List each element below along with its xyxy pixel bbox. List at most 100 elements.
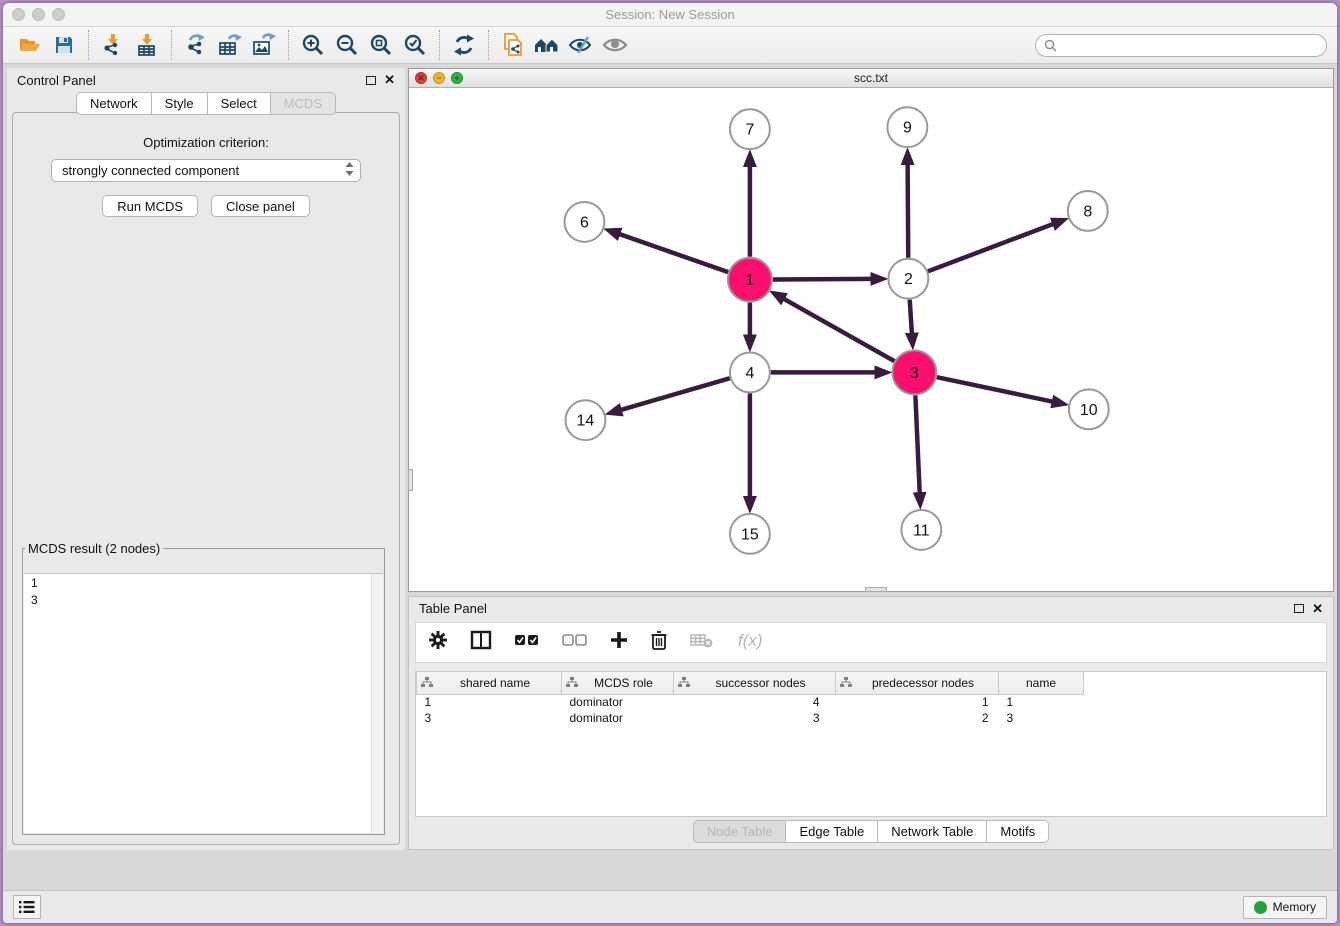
graph-node-9[interactable]: 9 [887, 107, 927, 147]
network-canvas[interactable]: 1 2 3 4 6 7 8 9 10 11 14 15 [409, 88, 1333, 591]
graph-node-2[interactable]: 2 [888, 259, 928, 299]
delete-columns-button[interactable] [650, 630, 668, 655]
svg-text:9: 9 [903, 120, 912, 137]
table-settings-button[interactable] [428, 630, 448, 655]
tab-motifs[interactable]: Motifs [987, 820, 1049, 843]
zoom-in-button[interactable] [296, 30, 330, 60]
svg-text:2: 2 [904, 271, 913, 288]
graph-edge-3-10[interactable] [937, 377, 1053, 402]
show-all-button[interactable] [598, 30, 632, 60]
delete-table-button[interactable] [690, 632, 714, 653]
tab-select[interactable]: Select [208, 92, 271, 115]
table-row[interactable]: 3dominator 32 3 [417, 710, 1084, 726]
tab-node-table[interactable]: Node Table [693, 820, 787, 843]
import-table-button[interactable] [130, 30, 164, 60]
result-scrollbar[interactable] [371, 574, 383, 833]
col-header-shared-name[interactable]: shared name [417, 672, 562, 694]
float-panel-icon[interactable] [366, 76, 376, 85]
memory-button[interactable]: Memory [1243, 896, 1327, 919]
network-window-titlebar[interactable]: ✕ − + scc.txt [409, 69, 1333, 88]
graph-node-11[interactable]: 11 [901, 510, 941, 550]
search-field[interactable] [1035, 34, 1327, 57]
col-header-successor-nodes[interactable]: successor nodes [674, 672, 836, 694]
graph-edge-2-8[interactable] [928, 224, 1053, 271]
show-panels-button[interactable] [13, 895, 41, 919]
network-minimize-icon[interactable]: − [433, 72, 445, 84]
function-builder-button[interactable]: f(x) [736, 629, 770, 656]
tab-network[interactable]: Network [76, 92, 152, 115]
first-neighbors-button[interactable] [530, 30, 564, 60]
run-mcds-button[interactable]: Run MCDS [102, 195, 198, 217]
graph-node-15[interactable]: 15 [730, 514, 770, 554]
control-panel: Control Panel ✕ Network Style Select MCD… [7, 68, 405, 850]
export-image-button[interactable] [247, 30, 281, 60]
search-input[interactable] [1062, 38, 1318, 52]
close-table-panel-icon[interactable]: ✕ [1312, 604, 1323, 614]
delete-table-icon [690, 632, 714, 648]
export-table-button[interactable] [213, 30, 247, 60]
svg-text:14: 14 [577, 413, 595, 430]
network-maximize-icon[interactable]: + [451, 72, 463, 84]
graph-node-10[interactable]: 10 [1069, 389, 1109, 429]
graph-edge-3-1[interactable] [784, 299, 895, 361]
tab-edge-table[interactable]: Edge Table [786, 820, 878, 843]
create-column-button[interactable] [610, 631, 628, 654]
clone-network-button[interactable] [496, 30, 530, 60]
zoom-out-button[interactable] [330, 30, 364, 60]
table-panel: Table Panel ✕ [408, 596, 1334, 850]
graph-node-6[interactable]: 6 [564, 202, 604, 242]
float-table-panel-icon[interactable] [1294, 604, 1304, 613]
col-header-mcds-role[interactable]: MCDS role [562, 672, 674, 694]
tab-style[interactable]: Style [152, 92, 208, 115]
close-panel-icon[interactable]: ✕ [384, 75, 395, 85]
zoom-fit-icon [369, 33, 393, 57]
refresh-button[interactable] [447, 30, 481, 60]
graph-edge-2-3[interactable] [910, 300, 912, 334]
node-table-grid[interactable]: shared name MCDS role successor nodes pr… [416, 672, 1084, 726]
close-panel-button[interactable]: Close panel [211, 195, 310, 217]
graph-edge-2-9[interactable] [908, 164, 909, 258]
export-network-button[interactable] [179, 30, 213, 60]
splitter-grip[interactable] [865, 587, 887, 592]
table-row[interactable]: 1dominator 41 1 [417, 694, 1084, 710]
network-close-icon[interactable]: ✕ [415, 72, 427, 84]
open-file-button[interactable] [13, 30, 47, 60]
splitter-grip[interactable] [408, 469, 413, 491]
import-network-icon [101, 33, 125, 57]
hide-selected-button[interactable] [564, 30, 598, 60]
svg-text:6: 6 [580, 214, 589, 231]
eye-icon [602, 35, 628, 55]
graph-edge-1-6[interactable] [619, 234, 728, 272]
graph-edge-4-14[interactable] [621, 378, 730, 410]
hierarchy-icon [566, 677, 578, 688]
col-header-name[interactable]: name [999, 672, 1084, 694]
graph-node-4[interactable]: 4 [730, 352, 770, 392]
svg-text:4: 4 [745, 365, 754, 382]
toggle-panes-button[interactable] [470, 630, 492, 655]
hierarchy-icon [678, 677, 690, 688]
save-session-button[interactable] [47, 30, 81, 60]
network-graph[interactable]: 1 2 3 4 6 7 8 9 10 11 14 15 [409, 88, 1333, 591]
graph-node-1[interactable]: 1 [728, 258, 772, 302]
graph-edge-1-2[interactable] [773, 279, 872, 280]
table-panel-title: Table Panel [419, 601, 487, 616]
optimization-criterion-dropdown[interactable]: strongly connected component [51, 159, 361, 182]
select-all-columns-button[interactable] [514, 633, 540, 652]
graph-node-7[interactable]: 7 [730, 109, 770, 149]
main-toolbar [3, 27, 1337, 64]
graph-node-3[interactable]: 3 [892, 350, 936, 394]
graph-node-8[interactable]: 8 [1068, 191, 1108, 231]
tab-mcds[interactable]: MCDS [271, 92, 336, 115]
eye-slash-icon [568, 35, 594, 55]
unselect-all-columns-button[interactable] [562, 633, 588, 652]
graph-node-14[interactable]: 14 [565, 400, 605, 440]
mcds-result-list[interactable]: 1 3 [24, 573, 383, 833]
import-network-button[interactable] [96, 30, 130, 60]
tab-network-table[interactable]: Network Table [878, 820, 987, 843]
graph-edge-3-11[interactable] [915, 395, 919, 493]
zoom-fit-button[interactable] [364, 30, 398, 60]
fx-icon: f(x) [736, 629, 770, 651]
zoom-selected-button[interactable] [398, 30, 432, 60]
col-header-predecessor-nodes[interactable]: predecessor nodes [836, 672, 999, 694]
network-view-window: ✕ − + scc.txt 1 2 3 4 6 7 8 9 10 11 14 15 [408, 68, 1334, 592]
